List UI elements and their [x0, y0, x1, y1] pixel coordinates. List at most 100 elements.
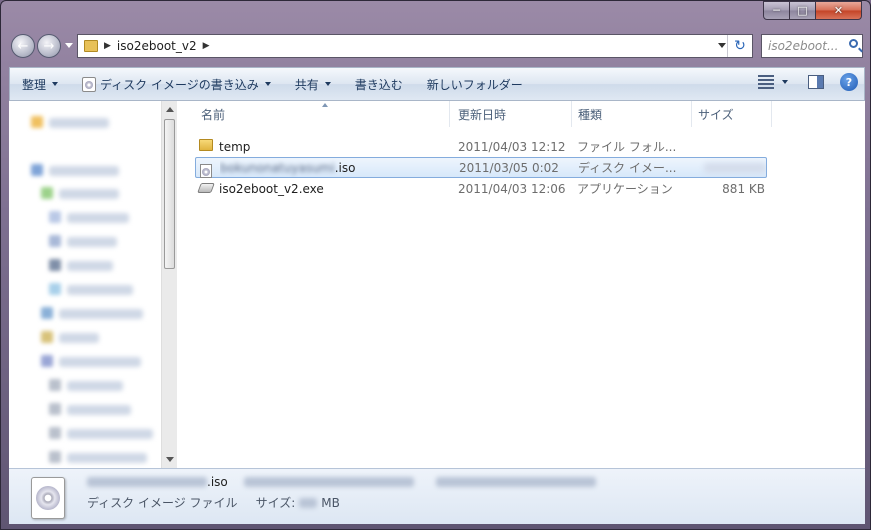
- breadcrumb-folder[interactable]: iso2eboot_v2: [117, 39, 197, 53]
- file-row-temp[interactable]: temp 2011/04/03 12:12 ファイル フォル...: [195, 136, 767, 157]
- nav-item-blurred[interactable]: [49, 166, 119, 176]
- nav-item-blurred[interactable]: [67, 237, 117, 247]
- nav-item-blurred[interactable]: [59, 309, 143, 319]
- burn-disc-image-button[interactable]: ディスク イメージの書き込み: [70, 68, 283, 100]
- file-type: ディスク イメー...: [578, 161, 677, 175]
- nav-icon: [49, 259, 61, 271]
- maximize-icon: □: [797, 4, 808, 17]
- nav-item-blurred[interactable]: [59, 333, 99, 343]
- file-type: アプリケーション: [577, 182, 673, 196]
- back-arrow-icon: ←: [17, 38, 29, 54]
- scroll-down-icon[interactable]: [166, 457, 174, 462]
- new-folder-button[interactable]: 新しいフォルダー: [415, 68, 535, 100]
- disc-image-large-icon: [31, 477, 65, 519]
- blurred-filename: [87, 477, 207, 487]
- file-list[interactable]: 名前 更新日時 種類 サイズ temp 2011/04/03 12:12 ファイ…: [177, 101, 865, 468]
- change-view-button[interactable]: [758, 75, 788, 89]
- search-placeholder: iso2eboot...: [768, 39, 839, 53]
- window-caption-buttons: ─ □ ✕: [763, 1, 862, 20]
- column-header-date[interactable]: 更新日時: [452, 101, 572, 127]
- nav-icon: [49, 283, 61, 295]
- column-header-type[interactable]: 種類: [572, 101, 692, 127]
- nav-item-blurred[interactable]: [67, 381, 123, 391]
- new-folder-label: 新しいフォルダー: [426, 77, 523, 92]
- search-input[interactable]: iso2eboot...: [761, 34, 863, 58]
- nav-icon: [49, 379, 61, 391]
- file-name: bokunonatuyasumi .iso: [220, 158, 450, 177]
- chevron-right-icon[interactable]: ▶: [203, 41, 210, 51]
- share-button[interactable]: 共有: [283, 68, 343, 100]
- scroll-up-icon[interactable]: [166, 107, 174, 112]
- nav-item-blurred[interactable]: [59, 189, 119, 199]
- blurred-size: [299, 497, 318, 508]
- preview-pane-icon[interactable]: [808, 75, 824, 89]
- file-row-exe[interactable]: iso2eboot_v2.exe 2011/04/03 12:06 アプリケーシ…: [195, 178, 767, 199]
- minimize-button[interactable]: ─: [763, 1, 790, 20]
- address-bar[interactable]: ▶ iso2eboot_v2 ▶ ↻: [77, 34, 753, 58]
- column-header-size[interactable]: サイズ: [692, 101, 772, 127]
- nav-icon: [49, 235, 61, 247]
- column-size-label: サイズ: [698, 107, 734, 122]
- nav-item-blurred[interactable]: [67, 213, 129, 223]
- column-date-label: 更新日時: [458, 107, 507, 122]
- organize-button[interactable]: 整理: [10, 68, 70, 100]
- nav-icon: [49, 451, 61, 463]
- nav-item-blurred[interactable]: [67, 429, 153, 439]
- details-type-size: ディスク イメージ ファイル サイズ: MB: [87, 494, 340, 511]
- nav-item-blurred[interactable]: [67, 453, 147, 463]
- details-filename: .iso: [87, 475, 596, 489]
- column-headers: 名前 更新日時 種類 サイズ: [177, 101, 865, 127]
- nav-icon: [41, 187, 53, 199]
- column-header-name[interactable]: 名前: [195, 101, 450, 127]
- nav-item-blurred[interactable]: [67, 405, 131, 415]
- disc-image-icon: [200, 163, 212, 178]
- navigation-scrollbar[interactable]: [161, 101, 177, 468]
- burn-disc-image-label: ディスク イメージの書き込み: [100, 77, 259, 92]
- help-icon[interactable]: ?: [840, 73, 858, 91]
- chevron-down-icon: [264, 82, 271, 86]
- back-button[interactable]: ←: [11, 34, 35, 58]
- search-icon[interactable]: [849, 39, 858, 48]
- file-name: iso2eboot_v2.exe: [219, 181, 324, 196]
- close-button[interactable]: ✕: [816, 1, 862, 20]
- nav-icon: [49, 403, 61, 415]
- file-row-iso[interactable]: bokunonatuyasumi .iso 2011/03/05 0:02 ディス…: [195, 157, 767, 178]
- share-label: 共有: [294, 77, 319, 92]
- chevron-down-icon: [324, 82, 331, 86]
- file-extension: .iso: [334, 160, 356, 175]
- nav-icon: [41, 307, 53, 319]
- nav-item-blurred[interactable]: [59, 357, 141, 367]
- column-name-label: 名前: [201, 107, 226, 122]
- chevron-right-icon[interactable]: ▶: [104, 41, 111, 51]
- recent-pages-dropdown[interactable]: [65, 43, 73, 48]
- details-pane: .iso ディスク イメージ ファイル サイズ: MB: [9, 468, 865, 524]
- refresh-button[interactable]: ↻: [727, 35, 752, 57]
- blurred-filename: bokunonatuyasumi: [220, 160, 335, 175]
- navigation-row: ← → ▶ iso2eboot_v2 ▶ ↻ iso2eboot...: [9, 31, 865, 61]
- file-size: [696, 158, 766, 177]
- close-icon: ✕: [833, 4, 844, 17]
- address-history-dropdown[interactable]: [718, 43, 726, 48]
- maximize-button[interactable]: □: [790, 1, 816, 20]
- details-size-unit: MB: [321, 495, 340, 510]
- scrollbar-thumb[interactable]: [164, 119, 175, 269]
- file-size: 881 KB: [722, 181, 765, 196]
- libraries-icon: [31, 164, 43, 176]
- nav-item-blurred[interactable]: [67, 261, 113, 271]
- command-bar: 整理 ディスク イメージの書き込み 共有 書き込む 新しいフォルダー ?: [9, 67, 865, 101]
- forward-button[interactable]: →: [37, 34, 61, 58]
- burn-label: 書き込む: [354, 77, 403, 92]
- file-name: temp: [219, 139, 251, 154]
- burn-button[interactable]: 書き込む: [343, 68, 415, 100]
- details-type: ディスク イメージ ファイル: [87, 496, 238, 510]
- nav-icon: [49, 211, 61, 223]
- explorer-window: ─ □ ✕ ← → ▶ iso2eboot_v2 ▶ ↻ iso2eboot..…: [0, 0, 871, 530]
- nav-item-blurred[interactable]: [49, 118, 109, 128]
- refresh-icon: ↻: [734, 38, 746, 54]
- nav-item-blurred[interactable]: [67, 285, 133, 295]
- file-date: 2011/04/03 12:06: [458, 181, 566, 196]
- navigation-pane[interactable]: [9, 101, 161, 468]
- organize-label: 整理: [22, 77, 47, 92]
- blurred-detail: [435, 477, 596, 487]
- forward-arrow-icon: →: [43, 38, 55, 54]
